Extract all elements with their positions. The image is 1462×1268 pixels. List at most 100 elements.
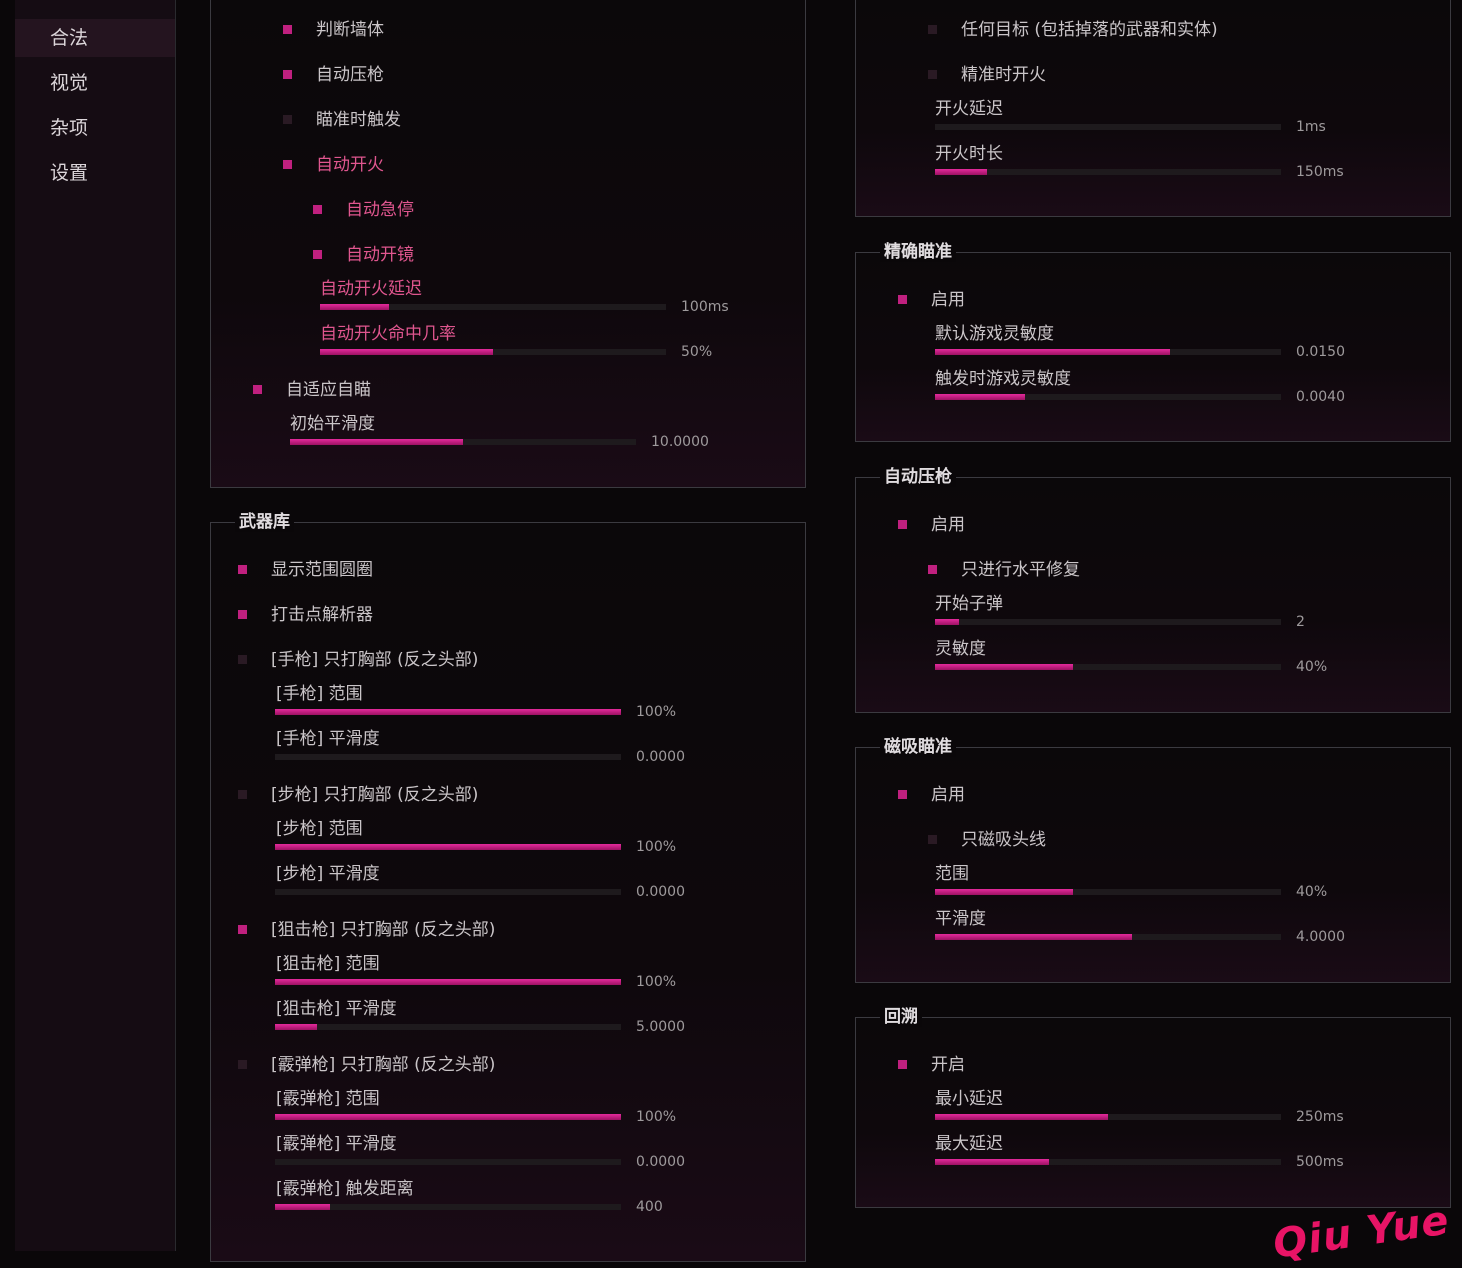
- panel-weapons-title: 武器库: [235, 507, 294, 532]
- slider-label: 开火时长: [935, 144, 1003, 164]
- slider-label: [步枪] 范围: [276, 819, 363, 839]
- slider-track[interactable]: [275, 1204, 621, 1210]
- slider-value: 100%: [636, 839, 677, 855]
- checkbox[interactable]: [928, 70, 937, 79]
- slider-track[interactable]: [275, 1159, 621, 1165]
- checkbox[interactable]: [928, 565, 937, 574]
- checkbox-label: 打击点解析器: [271, 605, 373, 625]
- panel-precise-aim-title: 精确瞄准: [880, 237, 956, 262]
- slider-label: 最大延迟: [935, 1134, 1003, 1154]
- checkbox-label: 判断墙体: [316, 20, 384, 40]
- slider-track[interactable]: [275, 754, 621, 760]
- checkbox[interactable]: [313, 205, 322, 214]
- slider-track[interactable]: [935, 124, 1281, 130]
- slider-value: 40%: [1296, 659, 1328, 675]
- slider-label: 触发时游戏灵敏度: [935, 369, 1071, 389]
- sidebar-item-settings[interactable]: 设置: [15, 154, 175, 192]
- slider-track[interactable]: [935, 1159, 1281, 1165]
- checkbox-label: 精准时开火: [961, 65, 1046, 85]
- checkbox[interactable]: [898, 1060, 907, 1069]
- checkbox[interactable]: [238, 790, 247, 799]
- slider-track[interactable]: [275, 844, 621, 850]
- panel-backtrack-title: 回溯: [880, 1002, 922, 1027]
- checkbox[interactable]: [283, 25, 292, 34]
- slider-label: [手枪] 平滑度: [276, 729, 380, 749]
- slider-track[interactable]: [935, 394, 1281, 400]
- checkbox[interactable]: [238, 655, 247, 664]
- checkbox[interactable]: [283, 70, 292, 79]
- slider-label: 最小延迟: [935, 1089, 1003, 1109]
- slider-label: 灵敏度: [935, 639, 986, 659]
- checkbox[interactable]: [898, 790, 907, 799]
- slider-track[interactable]: [935, 349, 1281, 355]
- checkbox[interactable]: [283, 115, 292, 124]
- checkbox[interactable]: [898, 520, 907, 529]
- slider-label: 范围: [935, 864, 969, 884]
- slider-fill: [275, 1024, 317, 1030]
- checkbox[interactable]: [898, 295, 907, 304]
- slider-track[interactable]: [935, 1114, 1281, 1120]
- slider-label: 平滑度: [935, 909, 986, 929]
- slider-track[interactable]: [290, 439, 636, 445]
- slider-track[interactable]: [320, 304, 666, 310]
- slider-fill: [935, 1159, 1050, 1165]
- checkbox-label: 自适应自瞄: [286, 380, 371, 400]
- checkbox[interactable]: [313, 250, 322, 259]
- checkbox[interactable]: [283, 160, 292, 169]
- slider-track[interactable]: [275, 709, 621, 715]
- slider-track[interactable]: [935, 619, 1281, 625]
- checkbox[interactable]: [238, 925, 247, 934]
- checkbox[interactable]: [928, 835, 937, 844]
- slider-fill: [935, 169, 987, 175]
- slider-track[interactable]: [275, 1024, 621, 1030]
- slider-fill: [320, 304, 390, 310]
- slider-value: 1ms: [1296, 119, 1326, 135]
- checkbox-label: 启用: [931, 290, 965, 310]
- slider-fill: [935, 889, 1074, 895]
- checkbox[interactable]: [238, 1060, 247, 1069]
- slider-label: [手枪] 范围: [276, 684, 363, 704]
- slider-value: 5.0000: [636, 1019, 685, 1035]
- checkbox[interactable]: [238, 565, 247, 574]
- slider-value: 100ms: [681, 299, 729, 315]
- slider-value: 100%: [636, 704, 677, 720]
- slider-track[interactable]: [320, 349, 666, 355]
- slider-track[interactable]: [275, 1114, 621, 1120]
- slider-fill: [275, 1204, 331, 1210]
- checkbox-label: 只进行水平修复: [961, 560, 1080, 580]
- slider-label: 开始子弹: [935, 594, 1003, 614]
- slider-track[interactable]: [275, 979, 621, 985]
- checkbox-label: 自动开镜: [346, 245, 414, 265]
- slider-label: 开火延迟: [935, 99, 1003, 119]
- slider-value: 0.0000: [636, 884, 685, 900]
- checkbox-label: [狙击枪] 只打胸部 (反之头部): [271, 920, 496, 940]
- slider-track[interactable]: [935, 169, 1281, 175]
- checkbox-label: 启用: [931, 515, 965, 535]
- panel-backtrack: [855, 1017, 1451, 1208]
- checkbox[interactable]: [928, 25, 937, 34]
- slider-fill: [275, 844, 621, 850]
- slider-track[interactable]: [275, 889, 621, 895]
- checkbox-label: 自动急停: [346, 200, 414, 220]
- slider-label: 初始平滑度: [290, 414, 375, 434]
- slider-track[interactable]: [935, 664, 1281, 670]
- slider-fill: [275, 709, 621, 715]
- slider-fill: [290, 439, 463, 445]
- sidebar-item-visuals[interactable]: 视觉: [15, 64, 175, 102]
- checkbox-label: 自动开火: [316, 155, 384, 175]
- slider-value: 0.0000: [636, 1154, 685, 1170]
- slider-track[interactable]: [935, 934, 1281, 940]
- sidebar-item-misc[interactable]: 杂项: [15, 109, 175, 147]
- checkbox[interactable]: [238, 610, 247, 619]
- sidebar: 合法 视觉 杂项 设置: [15, 0, 176, 1251]
- slider-fill: [935, 394, 1025, 400]
- sidebar-item-legit[interactable]: 合法: [15, 19, 175, 57]
- slider-value: 10.0000: [651, 434, 709, 450]
- checkbox[interactable]: [253, 385, 262, 394]
- panel-recoil-title: 自动压枪: [880, 462, 956, 487]
- slider-track[interactable]: [935, 889, 1281, 895]
- slider-value: 50%: [681, 344, 713, 360]
- checkbox-label: [手枪] 只打胸部 (反之头部): [271, 650, 479, 670]
- slider-label: [狙击枪] 平滑度: [276, 999, 397, 1019]
- slider-label: 默认游戏灵敏度: [935, 324, 1054, 344]
